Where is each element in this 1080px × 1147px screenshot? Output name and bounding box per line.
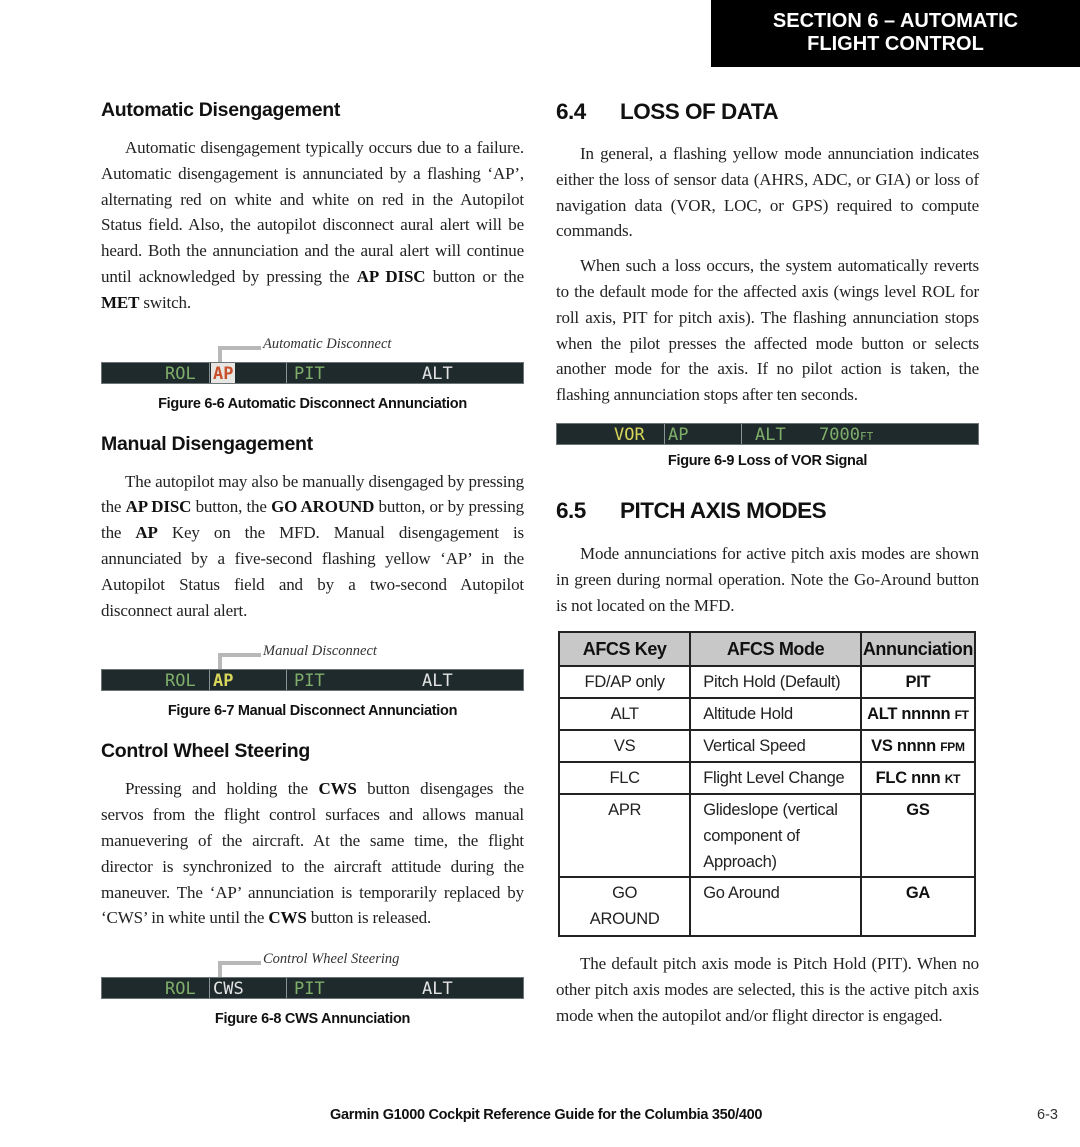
figure-6-9: VOR AP ALT 7000FT Figure 6-9 Loss of VOR… [556,422,979,469]
altitude-target: 7000FT [819,424,874,445]
table-row: GO AROUND Go Around GA [557,876,977,938]
annunciation-bar: ROL AP PIT ALT [101,669,524,692]
figure-caption: Figure 6-7 Manual Disconnect Annunciatio… [167,703,458,720]
altitude-mode: ALT [422,363,453,384]
callout-label: Automatic Disconnect [263,335,392,352]
section-tab-line2: FLIGHT CONTROL [807,33,984,55]
annunciation-cell: FLC nnn KT [859,761,977,796]
ap-status-red: AP [211,362,236,384]
callout: Manual Disconnect [101,643,524,670]
pitch-axis-modes-paragraph-1: Mode annunciations for active pitch axis… [556,543,979,615]
left-column: Automatic Disengagement Automatic diseng… [101,96,524,1027]
callout: Automatic Disconnect [101,336,524,362]
ap-status-cws: CWS [213,979,244,1000]
annunciation-bar: ROL CWS PIT ALT [101,977,524,1000]
afcs-key-cell: FD/AP only [557,665,692,700]
pitch-mode: PIT [294,671,325,692]
table-row: VS Vertical Speed VS nnnn FPM [557,729,977,764]
right-column: 6.4 LOSS OF DATA In general, a flashing y… [556,96,979,1029]
afcs-mode-cell: Pitch Hold (Default) [689,665,862,700]
manual-disengagement-paragraph: The autopilot may also be manually disen… [101,471,524,620]
table-header-row: AFCS Key AFCS Mode Annunciation [557,631,977,668]
roll-mode: ROL [165,671,196,692]
figure-caption: Figure 6-8 CWS Annunciation [214,1011,411,1028]
roll-mode-flashing: VOR [614,424,645,445]
altitude-mode: ALT [422,979,453,1000]
afcs-key-cell: GO AROUND [557,876,692,938]
table-row: FD/AP only Pitch Hold (Default) PIT [557,665,977,700]
afcs-key-cell: VS [557,729,692,764]
roll-mode: ROL [165,979,196,1000]
table-row: APR Glideslope (vertical component of Ap… [557,793,977,879]
annunciation-cell: VS nnnn FPM [859,729,977,764]
ap-status: AP [668,424,689,445]
annunciation-cell: GS [859,793,977,879]
footer-title: Garmin G1000 Cockpit Reference Guide for… [330,1107,763,1123]
annunciation-bar: VOR AP ALT 7000FT [556,422,979,445]
roll-mode: ROL [165,363,196,384]
afcs-mode-cell: Glideslope (vertical component of Approa… [689,793,862,879]
afcs-pitch-modes-table: AFCS Key AFCS Mode Annunciation FD/AP on… [557,631,977,938]
annunciation-bar: ROL AP PIT ALT [101,361,524,384]
afcs-mode-cell: Vertical Speed [689,729,862,764]
altitude-mode: ALT [422,671,453,692]
figure-caption: Figure 6-6 Automatic Disconnect Annuncia… [158,395,467,412]
pitch-axis-modes-paragraph-2: The default pitch axis mode is Pitch Hol… [556,954,979,1025]
loss-of-data-paragraph-1: In general, a flashing yellow mode annun… [556,144,979,241]
page-number: 6-3 [1037,1107,1058,1123]
loss-of-data-paragraph-2: When such a loss occurs, the system auto… [556,256,979,405]
column-header-afcs-key: AFCS Key [557,631,692,668]
afcs-mode-cell: Flight Level Change [689,761,862,796]
section-tab: SECTION 6 – AUTOMATIC FLIGHT CONTROL [711,0,1080,67]
figure-6-6: Automatic Disconnect ROL AP PIT ALT Figu… [101,336,524,412]
ap-status-yellow: AP [213,671,234,692]
automatic-disengagement-heading: Automatic Disengagement [101,99,341,121]
pitch-mode: PIT [294,363,325,384]
control-wheel-steering-paragraph: Pressing and holding the CWS button dise… [101,779,524,928]
manual-disengagement-heading: Manual Disengagement [101,432,313,455]
pitch-axis-modes-heading: 6.5 PITCH AXIS MODES [556,497,827,523]
column-header-afcs-mode: AFCS Mode [689,631,862,668]
callout: Control Wheel Steering [101,951,524,978]
figure-6-8: Control Wheel Steering ROL CWS PIT ALT F… [101,951,524,1027]
afcs-key-cell: ALT [557,697,692,732]
loss-of-data-heading: 6.4 LOSS OF DATA [556,99,779,124]
automatic-disengagement-paragraph: Automatic disengagement typically occurs… [101,138,524,312]
figure-caption: Figure 6-9 Loss of VOR Signal [667,452,868,469]
table-row: FLC Flight Level Change FLC nnn KT [557,761,977,796]
afcs-mode-cell: Altitude Hold [689,697,862,732]
callout-label: Manual Disconnect [263,643,377,660]
column-header-annunciation: Annunciation [859,631,977,668]
control-wheel-steering-heading: Control Wheel Steering [101,740,310,763]
afcs-key-cell: FLC [557,761,692,796]
figure-6-7: Manual Disconnect ROL AP PIT ALT Figure … [101,643,524,719]
annunciation-cell: GA [859,876,977,938]
annunciation-cell: ALT nnnnn FT [859,697,977,732]
pitch-mode: ALT [755,424,786,445]
table-row: ALT Altitude Hold ALT nnnnn FT [557,697,977,732]
afcs-key-cell: APR [557,793,692,879]
callout-label: Control Wheel Steering [263,951,400,968]
afcs-mode-cell: Go Around [689,876,862,938]
pitch-mode: PIT [294,979,325,1000]
annunciation-cell: PIT [859,665,977,700]
section-tab-line1: SECTION 6 – AUTOMATIC [772,10,1019,32]
